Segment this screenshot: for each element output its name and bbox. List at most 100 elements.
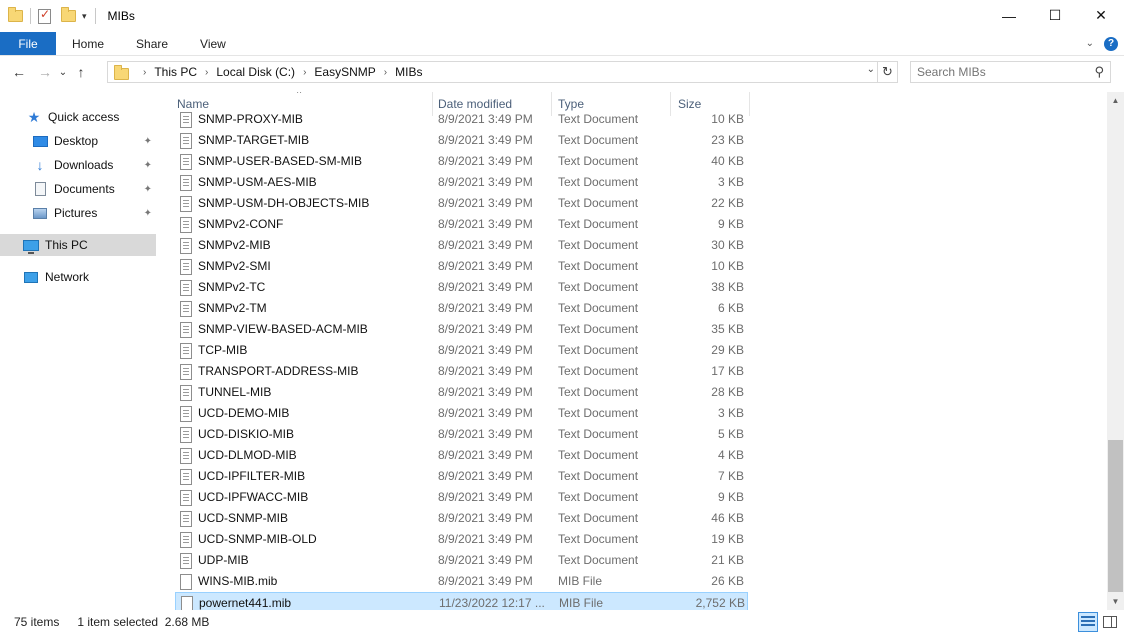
sidebar-item-downloads[interactable]: ↓ Downloads ✦ [0,154,156,176]
selection-info: 1 item selected 2.68 MB [77,615,210,629]
table-row[interactable]: SNMPv2-CONF 8/9/2021 3:49 PM Text Document… [175,214,748,235]
table-row[interactable]: UCD-IPFWACC-MIB 8/9/2021 3:49 PM Text Docu… [175,487,748,508]
table-row[interactable]: SNMP-PROXY-MIB 8/9/2021 3:49 PM Text Docum… [175,109,748,130]
scroll-up-arrow-icon[interactable]: ▲ [1107,92,1124,109]
table-row[interactable]: TCP-MIB 8/9/2021 3:49 PM Text Document 29 K… [175,340,748,361]
breadcrumb-chevron-icon[interactable]: › [205,67,208,78]
breadcrumb-chevron-icon[interactable]: › [303,67,306,78]
table-row[interactable]: UCD-DEMO-MIB 8/9/2021 3:49 PM Text Documen… [175,403,748,424]
file-name: SNMPv2-SMI [198,259,271,273]
table-row[interactable]: SNMPv2-TM 8/9/2021 3:49 PM Text Document 6 … [175,298,748,319]
help-icon[interactable]: ? [1104,36,1118,51]
text-document-icon [180,427,192,443]
search-icon[interactable]: ⚲ [1094,64,1104,80]
address-dropdown-icon[interactable]: ⌄ [867,64,875,75]
tab-view[interactable]: View [184,32,242,55]
table-row[interactable]: powernet441.mib 11/23/2022 12:17 ... MIB F… [175,592,748,610]
breadcrumb-this-pc[interactable]: This PC [154,65,197,79]
tab-share[interactable]: Share [120,32,184,55]
file-name: UCD-DISKIO-MIB [198,427,294,441]
sidebar-item-quick-access[interactable]: ★ Quick access [0,106,156,128]
table-row[interactable]: SNMP-USER-BASED-SM-MIB 8/9/2021 3:49 PM Te… [175,151,748,172]
sidebar-item-this-pc[interactable]: This PC [0,234,156,256]
search-box[interactable]: ⚲ [910,61,1111,83]
file-size: 6 KB [717,301,744,315]
file-size: 28 KB [711,385,744,399]
text-document-icon [180,532,192,548]
pin-icon[interactable]: ✦ [144,160,152,171]
folder-icon[interactable] [8,7,23,22]
refresh-icon[interactable]: ↻ [877,62,897,82]
address-bar[interactable]: › This PC › Local Disk (C:) › EasySNMP ›… [107,61,898,83]
up-arrow-icon[interactable]: ↑ [70,64,92,80]
file-date: 8/9/2021 3:49 PM [438,196,533,210]
table-row[interactable]: TUNNEL-MIB 8/9/2021 3:49 PM Text Document 2… [175,382,748,403]
forward-arrow-icon[interactable]: → [34,64,56,80]
file-date: 8/9/2021 3:49 PM [438,238,533,252]
properties-icon[interactable] [38,7,51,24]
file-size: 22 KB [711,196,744,210]
table-row[interactable]: WINS-MIB.mib 8/9/2021 3:49 PM MIB File 26 K… [175,571,748,592]
customize-toolbar-dropdown-icon[interactable]: ▾ [82,11,87,22]
new-folder-icon[interactable] [61,7,76,22]
maximize-button[interactable]: ☐ [1032,0,1078,31]
expand-ribbon-chevron-icon[interactable]: ⌄ [1086,38,1094,49]
scroll-down-arrow-icon[interactable]: ▼ [1107,593,1124,610]
title-bar: ▾ MIBs — ☐ ✕ [0,0,1124,32]
table-row[interactable]: SNMPv2-MIB 8/9/2021 3:49 PM Text Document 3… [175,235,748,256]
table-row[interactable]: UCD-DLMOD-MIB 8/9/2021 3:49 PM Text Docume… [175,445,748,466]
breadcrumb-chevron-icon[interactable]: › [384,67,387,78]
close-button[interactable]: ✕ [1078,0,1124,31]
breadcrumb-chevron-icon[interactable]: › [143,67,146,78]
breadcrumb-easysnmp[interactable]: EasySNMP [314,65,375,79]
sidebar-item-desktop[interactable]: Desktop ✦ [0,130,156,152]
vertical-scrollbar[interactable]: ▲ ▼ [1107,92,1124,610]
back-arrow-icon[interactable]: ← [8,64,30,80]
large-icons-view-button[interactable] [1100,612,1120,632]
sidebar-item-documents[interactable]: Documents ✦ [0,178,156,200]
sidebar-item-network[interactable]: Network [0,266,156,288]
table-row[interactable]: TRANSPORT-ADDRESS-MIB 8/9/2021 3:49 PM Tex… [175,361,748,382]
pin-icon[interactable]: ✦ [144,136,152,147]
text-document-icon [180,133,192,149]
text-document-icon [180,553,192,569]
column-divider[interactable] [749,92,750,116]
details-view-button[interactable] [1078,612,1098,632]
table-row[interactable]: UCD-SNMP-MIB 8/9/2021 3:49 PM Text Documen… [175,508,748,529]
breadcrumb-mibs[interactable]: MIBs [395,65,422,79]
table-row[interactable]: SNMPv2-SMI 8/9/2021 3:49 PM Text Document 1… [175,256,748,277]
pin-icon[interactable]: ✦ [144,184,152,195]
table-row[interactable]: SNMP-TARGET-MIB 8/9/2021 3:49 PM Text Docu… [175,130,748,151]
scrollbar-thumb[interactable] [1108,440,1123,592]
table-row[interactable]: SNMP-VIEW-BASED-ACM-MIB 8/9/2021 3:49 PM T… [175,319,748,340]
large-icons-view-icon [1103,616,1117,628]
table-row[interactable]: SNMP-USM-DH-OBJECTS-MIB 8/9/2021 3:49 PM T… [175,193,748,214]
tab-home[interactable]: Home [56,32,120,55]
text-document-icon [180,448,192,464]
pin-icon[interactable]: ✦ [144,208,152,219]
tab-file[interactable]: File [0,32,56,55]
file-size: 10 KB [711,112,744,126]
table-row[interactable]: UCD-SNMP-MIB-OLD 8/9/2021 3:49 PM Text Doc… [175,529,748,550]
file-type: Text Document [558,511,639,525]
table-row[interactable]: SNMPv2-TC 8/9/2021 3:49 PM Text Document 38… [175,277,748,298]
file-date: 8/9/2021 3:49 PM [438,532,533,546]
window-title: MIBs [107,9,135,23]
breadcrumb-local-disk[interactable]: Local Disk (C:) [216,65,295,79]
table-row[interactable]: UDP-MIB 8/9/2021 3:49 PM Text Document 21 K… [175,550,748,571]
title-separator [94,8,96,24]
sidebar-item-label: Network [45,270,90,284]
sidebar-item-pictures[interactable]: Pictures ✦ [0,202,156,224]
table-row[interactable]: UCD-IPFILTER-MIB 8/9/2021 3:49 PM Text Doc… [175,466,748,487]
file-size: 9 KB [717,217,744,231]
file-date: 8/9/2021 3:49 PM [438,364,533,378]
toolbar-separator [30,8,31,24]
minimize-button[interactable]: — [986,0,1032,31]
recent-locations-chevron-icon[interactable]: ⌄ [56,67,70,78]
file-type: Text Document [558,406,639,420]
file-name: WINS-MIB.mib [198,574,278,588]
table-row[interactable]: SNMP-USM-AES-MIB 8/9/2021 3:49 PM Text Doc… [175,172,748,193]
file-type: Text Document [558,427,639,441]
search-input[interactable] [917,65,1087,79]
table-row[interactable]: UCD-DISKIO-MIB 8/9/2021 3:49 PM Text Docum… [175,424,748,445]
